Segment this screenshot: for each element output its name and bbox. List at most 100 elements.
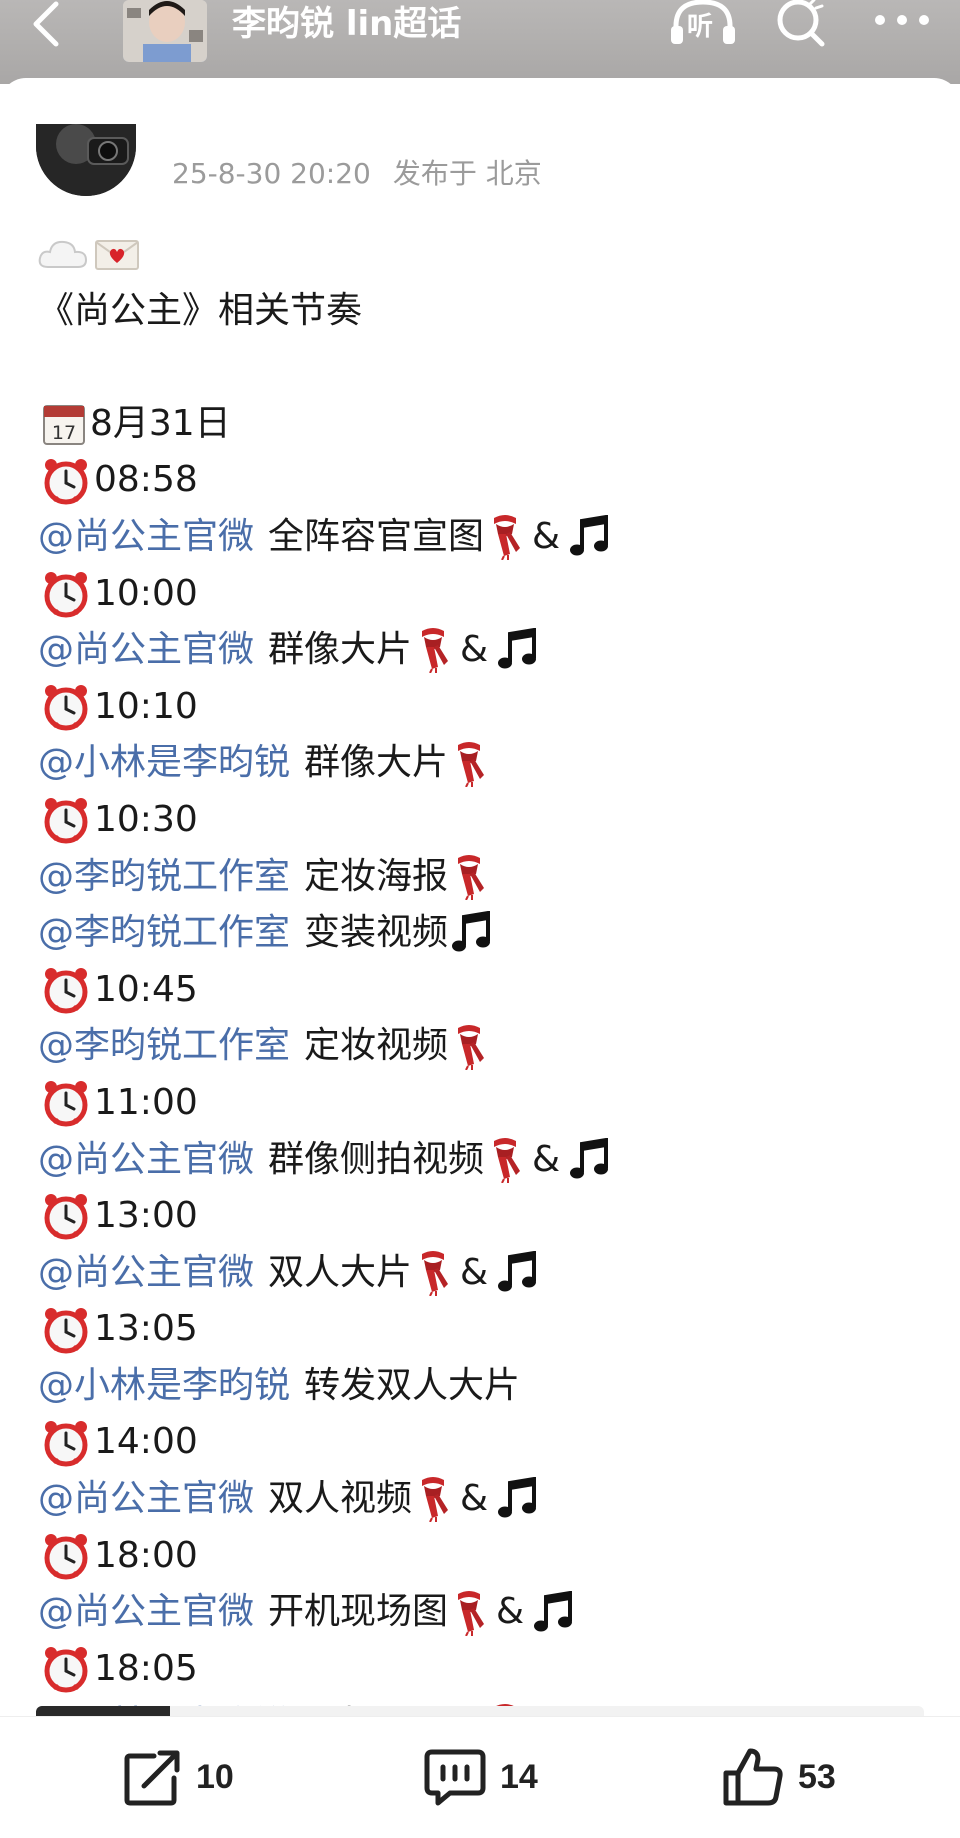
alarm-clock-icon <box>42 1419 90 1467</box>
schedule-item: @尚公主官微 群像大片 & <box>38 622 938 679</box>
back-button[interactable] <box>22 0 82 48</box>
comment-icon <box>424 1749 486 1806</box>
comment-thumb <box>36 1706 170 1716</box>
mention-link[interactable]: @李昀锐工作室 <box>38 849 290 906</box>
music-note-icon <box>534 1590 574 1635</box>
schedule-item: @尚公主官微 开机现场图 & <box>38 1584 938 1641</box>
schedule-time: 10:00 <box>94 572 198 614</box>
schedule-time: 10:10 <box>94 685 198 727</box>
more-icon <box>875 15 929 25</box>
schedule-list: 08:58 @尚公主官微 全阵容官宣图 & 10:00 @尚公主官微 群像大片 & 10:10 @… <box>38 452 938 1754</box>
schedule-time: 11:00 <box>94 1081 198 1123</box>
schedule-time: 18:05 <box>94 1647 198 1689</box>
scarf-icon <box>488 1137 522 1183</box>
music-note-icon <box>498 1477 538 1521</box>
repost-button[interactable]: 10 <box>124 1747 234 1807</box>
love-letter-icon <box>95 240 139 271</box>
time-line: 10:30 <box>38 792 938 849</box>
top-header: 李昀锐 lin超话 听 <box>0 0 960 84</box>
schedule-item: @尚公主官微 双人视频 & <box>38 1471 938 1528</box>
scarf-icon <box>452 1590 486 1636</box>
intro-emoji-row <box>38 226 938 283</box>
item-text: 群像大片 <box>304 742 449 784</box>
comment-count: 14 <box>500 1757 538 1796</box>
alarm-clock-icon <box>42 1532 90 1580</box>
mention-link[interactable]: @尚公主官微 <box>38 1584 254 1641</box>
item-text: 全阵容官宣图 <box>268 515 485 557</box>
mention-link[interactable]: @尚公主官微 <box>38 622 254 679</box>
schedule-time: 14:00 <box>94 1421 198 1463</box>
item-text: 转发双人大片 <box>304 1364 521 1406</box>
music-note-icon <box>570 1137 610 1182</box>
scarf-icon <box>416 1250 450 1296</box>
schedule-item: @尚公主官微 全阵容官宣图 & <box>38 509 938 566</box>
schedule-time: 10:30 <box>94 798 198 840</box>
alarm-clock-icon <box>42 796 90 844</box>
scarf-icon <box>488 514 522 561</box>
alarm-clock-icon <box>42 683 90 731</box>
item-text: 群像大片 <box>268 629 413 671</box>
schedule-time: 13:05 <box>94 1308 198 1350</box>
schedule-time: 10:45 <box>94 968 198 1010</box>
action-bar: 10 14 53 <box>0 1716 960 1824</box>
post-location: 发布于 北京 <box>392 157 542 190</box>
schedule-date: 8月31日 <box>90 402 231 444</box>
post-timestamp: 25-8-30 20:20 <box>172 157 371 190</box>
schedule-time: 08:58 <box>94 459 198 501</box>
topic-avatar[interactable] <box>123 0 207 62</box>
item-text: 开机现场图 <box>268 1591 449 1633</box>
repost-count: 10 <box>196 1757 234 1796</box>
schedule-item: @尚公主官微 双人大片 & <box>38 1245 938 1302</box>
item-text: 定妆海报 <box>304 855 449 897</box>
schedule-item: @小林是李昀锐 转发双人大片 <box>38 1358 938 1415</box>
alarm-clock-icon <box>42 1192 90 1240</box>
time-line: 10:45 <box>38 962 938 1019</box>
search-icon <box>777 0 825 47</box>
music-note-icon <box>498 628 538 672</box>
post-body: 《尚公主》相关节奏 17 8月31日 08:58 @尚公主官微 全阵容官宣图 & 10:… <box>38 226 938 1754</box>
post-meta: 25-8-30 20:20 发布于 北京 <box>172 154 542 194</box>
item-text: 双人大片 <box>268 1251 413 1293</box>
listen-label: 听 <box>687 12 714 42</box>
scarf-icon <box>416 627 450 674</box>
item-text: 双人视频 <box>268 1478 413 1520</box>
search-button[interactable] <box>772 0 832 48</box>
time-line: 10:10 <box>38 679 938 736</box>
alarm-clock-icon <box>42 457 90 505</box>
intro-title: 《尚公主》相关节奏 <box>38 289 363 331</box>
amp-symbol: & <box>496 1591 525 1633</box>
music-note-icon <box>570 515 610 559</box>
mention-link[interactable]: @尚公主官微 <box>38 1471 254 1528</box>
music-note-icon <box>498 1250 538 1295</box>
mention-link[interactable]: @小林是李昀锐 <box>38 1358 290 1415</box>
scarf-icon <box>452 854 486 900</box>
scarf-icon <box>416 1476 450 1523</box>
mention-link[interactable]: @李昀锐工作室 <box>38 905 290 962</box>
time-line: 18:05 <box>38 1641 938 1698</box>
amp-symbol: & <box>460 629 489 671</box>
like-button[interactable]: 53 <box>722 1747 836 1807</box>
alarm-clock-icon <box>42 966 90 1014</box>
mention-link[interactable]: @小林是李昀锐 <box>38 735 290 792</box>
time-line: 14:00 <box>38 1414 938 1471</box>
listen-button[interactable]: 听 <box>668 0 738 48</box>
post-card: 25-8-30 20:20 发布于 北京 《尚公主》相关节奏 17 8月31日 … <box>0 78 960 1838</box>
comment-button[interactable]: 14 <box>424 1747 538 1807</box>
cloud-icon <box>38 241 88 269</box>
author-avatar[interactable] <box>36 124 136 196</box>
more-button[interactable] <box>868 0 938 48</box>
amp-symbol: & <box>532 1138 561 1180</box>
mention-link[interactable]: @尚公主官微 <box>38 1245 254 1302</box>
mention-link[interactable]: @尚公主官微 <box>38 1132 254 1189</box>
time-line: 18:00 <box>38 1528 938 1585</box>
scarf-icon <box>452 1024 486 1070</box>
mention-link[interactable]: @李昀锐工作室 <box>38 1018 290 1075</box>
like-count: 53 <box>798 1757 836 1796</box>
mention-link[interactable]: @尚公主官微 <box>38 509 254 566</box>
date-line: 17 8月31日 <box>38 396 938 453</box>
repost-icon <box>124 1750 180 1806</box>
calendar-icon: 17 <box>42 402 86 446</box>
schedule-time: 13:00 <box>94 1195 198 1237</box>
alarm-clock-icon <box>42 1306 90 1354</box>
scarf-icon <box>452 741 486 787</box>
